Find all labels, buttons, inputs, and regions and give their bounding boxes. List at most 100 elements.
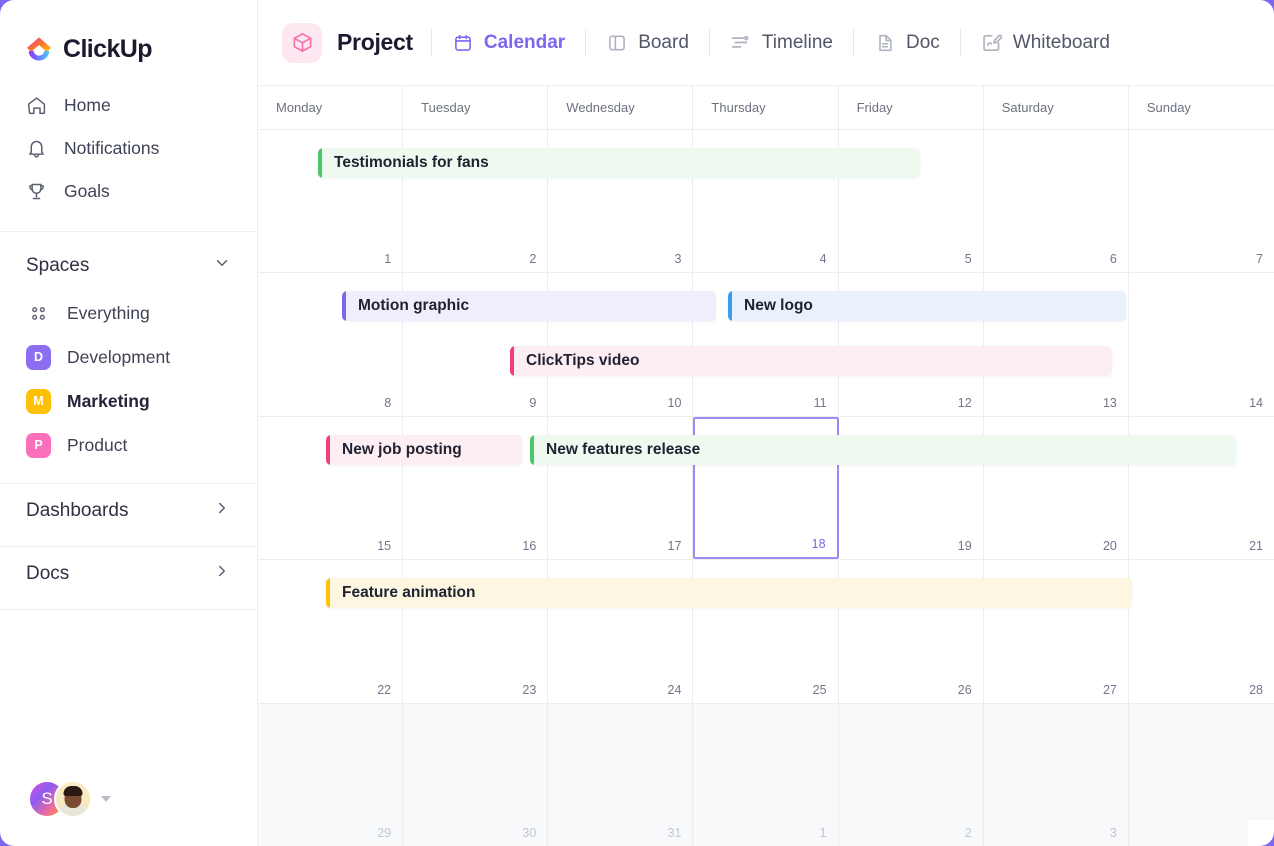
day-number: 28 [1249, 682, 1263, 697]
sidebar-item-product[interactable]: P Product [0, 423, 257, 467]
calendar-event[interactable]: ClickTips video [510, 346, 1112, 377]
avatar-photo[interactable] [54, 780, 92, 818]
divider [708, 29, 710, 56]
dow-saturday: Saturday [984, 86, 1129, 129]
calendar-event[interactable]: New logo [728, 291, 1126, 322]
bell-icon [26, 138, 47, 159]
day-number: 8 [384, 395, 392, 410]
sidebar-item-docs-label: Docs [26, 563, 70, 584]
tab-board-label: Board [638, 31, 689, 53]
sidebar-item-product-label: Product [67, 434, 128, 455]
day-number: 16 [522, 539, 537, 554]
primary-nav: Home Notifications Goals [0, 72, 257, 223]
divider [430, 29, 432, 56]
sidebar-item-docs[interactable]: Docs [0, 547, 257, 601]
day-number: 29 [377, 826, 392, 841]
dow-monday: Monday [258, 86, 404, 129]
tab-board[interactable]: Board [604, 27, 691, 59]
day-number: 23 [522, 682, 537, 697]
day-cell[interactable]: 3 [984, 703, 1129, 846]
tab-doc[interactable]: Doc [872, 27, 942, 59]
divider [959, 29, 961, 56]
brand-logo[interactable]: ClickUp [0, 0, 257, 72]
nav-item-goals[interactable]: Goals [0, 170, 257, 213]
day-number: 18 [811, 537, 826, 552]
calendar-event[interactable]: Testimonials for fans [318, 148, 920, 178]
tab-calendar[interactable]: Calendar [450, 27, 567, 59]
tab-timeline-label: Timeline [761, 31, 833, 53]
event-title: ClickTips video [526, 352, 640, 370]
day-cell[interactable]: 30 [403, 703, 549, 846]
event-title: Testimonials for fans [334, 154, 489, 171]
day-cell[interactable]: 7 [1129, 130, 1274, 272]
whiteboard-icon [981, 32, 1003, 54]
day-cell[interactable]: 31 [548, 703, 694, 846]
calendar-week: 29 30 31 1 2 3 4 [258, 703, 1274, 846]
space-badge-development: D [26, 344, 51, 370]
dow-wednesday: Wednesday [548, 86, 694, 129]
grid-dots-icon [26, 301, 51, 326]
day-of-week-header: Monday Tuesday Wednesday Thursday Friday… [258, 86, 1274, 130]
board-icon [606, 32, 628, 54]
dow-friday: Friday [839, 86, 984, 129]
calendar-week: 22 23 24 25 26 27 28 Feature animation [258, 560, 1274, 704]
day-number: 21 [1249, 539, 1263, 554]
event-title: New job posting [342, 440, 462, 458]
calendar-weeks: 1 2 3 4 5 6 7 Testimonials for fans 8 9 10 11 12 13 14… [258, 130, 1274, 846]
calendar-event[interactable]: Feature animation [326, 578, 1132, 609]
divider [852, 29, 854, 56]
clickup-logo-icon [24, 34, 54, 64]
tab-whiteboard-label: Whiteboard [1012, 31, 1110, 53]
day-cell[interactable]: 4 [1129, 704, 1274, 846]
dow-tuesday: Tuesday [403, 86, 549, 129]
day-number: 26 [957, 682, 972, 697]
day-number: 4 [1256, 826, 1263, 841]
page-title: Project [337, 29, 413, 55]
space-badge-marketing: M [26, 388, 51, 414]
tab-timeline[interactable]: Timeline [728, 27, 835, 59]
calendar-event[interactable]: Motion graphic [342, 291, 716, 322]
day-number: 27 [1102, 682, 1117, 697]
calendar-week: 1 2 3 4 5 6 7 Testimonials for fans [258, 130, 1274, 274]
brand-name: ClickUp [63, 34, 152, 63]
spaces-header[interactable]: Spaces [0, 232, 257, 291]
calendar-view: Monday Tuesday Wednesday Thursday Friday… [258, 86, 1274, 846]
day-number: 7 [1256, 252, 1263, 267]
sidebar-item-everything[interactable]: Everything [0, 291, 257, 335]
day-cell[interactable]: 6 [984, 130, 1129, 273]
day-number: 19 [957, 539, 972, 554]
day-cell[interactable]: 14 [1129, 273, 1274, 415]
day-number: 1 [819, 826, 827, 841]
sidebar-item-dashboards[interactable]: Dashboards [0, 484, 257, 538]
sidebar-item-everything-label: Everything [67, 302, 150, 323]
sidebar-item-marketing-label: Marketing [67, 390, 150, 411]
sidebar-item-marketing[interactable]: M Marketing [0, 379, 257, 423]
event-title: Feature animation [342, 584, 476, 602]
nav-item-home[interactable]: Home [0, 84, 257, 127]
caret-down-icon[interactable] [101, 796, 111, 802]
day-number: 5 [964, 252, 972, 267]
day-cell[interactable]: 1 [693, 703, 839, 846]
day-cell[interactable]: 28 [1129, 560, 1274, 702]
day-number: 12 [957, 395, 972, 410]
nav-item-notifications[interactable]: Notifications [0, 127, 257, 170]
day-number: 4 [819, 252, 827, 267]
spaces-header-label: Spaces [26, 254, 90, 276]
day-cell[interactable]: 29 [258, 703, 404, 846]
calendar-event[interactable]: New job posting [326, 434, 522, 465]
day-number: 2 [529, 252, 537, 267]
calendar-week: 15 16 17 18 19 20 21 New job posting New feature… [258, 416, 1274, 561]
event-title: New features release [546, 440, 701, 458]
day-number: 3 [1109, 826, 1117, 841]
tab-doc-label: Doc [905, 31, 940, 53]
tab-whiteboard[interactable]: Whiteboard [979, 27, 1112, 59]
calendar-icon [452, 32, 474, 54]
sidebar-item-development[interactable]: D Development [0, 335, 257, 379]
space-badge-product: P [26, 432, 51, 458]
day-cell[interactable]: 2 [839, 703, 984, 846]
view-toolbar: Project Calendar Board Timeline Doc Whit… [258, 0, 1274, 86]
timeline-icon [730, 32, 752, 54]
calendar-event[interactable]: New features release [530, 434, 1236, 465]
day-number: 6 [1109, 252, 1117, 267]
